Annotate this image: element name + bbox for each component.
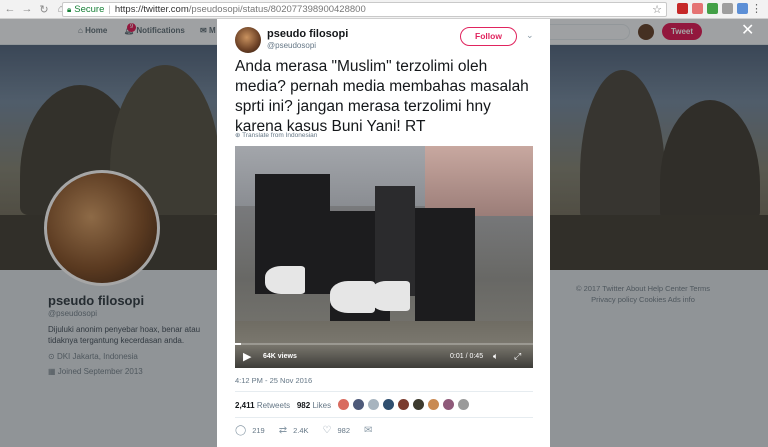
author-avatar[interactable] bbox=[235, 27, 261, 53]
close-icon[interactable]: ✕ bbox=[741, 23, 754, 39]
likes-stat[interactable]: 982 Likes bbox=[297, 401, 331, 410]
extension-icon[interactable] bbox=[737, 3, 748, 14]
retweets-count: 2,411 bbox=[235, 401, 255, 410]
reload-icon[interactable]: ↻ bbox=[37, 2, 51, 16]
likes-count: 982 bbox=[296, 401, 311, 410]
avatar[interactable] bbox=[337, 398, 350, 411]
tweet-stats: 2,411 Retweets 982 Likes bbox=[235, 401, 331, 410]
avatar[interactable] bbox=[352, 398, 365, 411]
play-icon[interactable]: ▶ bbox=[243, 350, 251, 363]
extension-icon[interactable] bbox=[677, 3, 688, 14]
translate-label: Translate from Indonesian bbox=[242, 132, 318, 139]
avatar[interactable] bbox=[457, 398, 470, 411]
url-path: /pseudosopi/status/802077398900428800 bbox=[188, 4, 366, 15]
like-count: 982 bbox=[337, 426, 351, 435]
reply-icon: ◯ bbox=[235, 425, 247, 436]
like-button[interactable]: ♡ 982 bbox=[323, 425, 350, 436]
browser-toolbar: ← → ↻ ⌂ 🔒︎ Secure | https://twitter.com /… bbox=[0, 0, 768, 19]
avatar[interactable] bbox=[427, 398, 440, 411]
url-host: https://twitter.com bbox=[114, 4, 189, 15]
retweet-count: 2.4K bbox=[293, 426, 309, 435]
fullscreen-icon[interactable]: ⤢ bbox=[514, 351, 521, 362]
heart-icon: ♡ bbox=[322, 425, 332, 436]
author-name[interactable]: pseudo filosopi bbox=[267, 28, 348, 40]
video-player[interactable]: ▶ 64K views 0:01 / 0:45 🔈︎ ⤢ bbox=[235, 146, 533, 368]
volume-icon[interactable]: 🔈︎ bbox=[493, 351, 498, 362]
extension-icon[interactable] bbox=[707, 3, 718, 14]
url-separator: | bbox=[108, 4, 111, 15]
address-bar[interactable]: 🔒︎ Secure | https://twitter.com/pseudoso… bbox=[62, 2, 667, 17]
reply-button[interactable]: ◯ 219 bbox=[235, 425, 265, 436]
video-views: 64K views bbox=[263, 353, 297, 360]
video-time: 0:01 / 0:45 bbox=[450, 353, 484, 360]
secure-label: Secure bbox=[74, 4, 105, 15]
reply-count: 219 bbox=[252, 426, 265, 435]
star-icon[interactable]: ☆ bbox=[652, 3, 662, 16]
tweet-timestamp[interactable]: 4:12 PM - 25 Nov 2016 bbox=[235, 376, 312, 385]
envelope-icon: ✉ bbox=[364, 425, 373, 436]
lock-icon: 🔒︎ bbox=[67, 4, 72, 14]
avatar[interactable] bbox=[382, 398, 395, 411]
liker-avatars bbox=[337, 398, 472, 411]
follow-button[interactable]: Follow bbox=[460, 27, 517, 46]
translate-link[interactable]: ⊕ Translate from Indonesian bbox=[235, 131, 317, 139]
retweets-stat[interactable]: 2,411 Retweets bbox=[235, 401, 290, 410]
avatar[interactable] bbox=[412, 398, 425, 411]
chevron-down-icon[interactable]: ⌄ bbox=[526, 30, 534, 41]
forward-arrow-icon[interactable]: → bbox=[20, 2, 34, 16]
author-handle[interactable]: @pseudosopi bbox=[267, 41, 316, 50]
extension-icon[interactable] bbox=[692, 3, 703, 14]
avatar[interactable] bbox=[367, 398, 380, 411]
back-arrow-icon[interactable]: ← bbox=[3, 2, 17, 16]
retweets-label: Retweets bbox=[256, 401, 291, 410]
divider bbox=[235, 391, 533, 392]
avatar[interactable] bbox=[397, 398, 410, 411]
tweet-actions: ◯ 219 ⇄ 2.4K ♡ 982 ✉ bbox=[235, 425, 392, 436]
browser-menu-icon[interactable]: ⋮ bbox=[751, 2, 762, 15]
dm-button[interactable]: ✉ bbox=[364, 425, 378, 436]
divider bbox=[235, 417, 533, 418]
tweet-text: Anda merasa "Muslim" terzolimi oleh medi… bbox=[235, 58, 529, 135]
avatar[interactable] bbox=[442, 398, 455, 411]
tweet-modal: pseudo filosopi @pseudosopi Follow ⌄ And… bbox=[217, 19, 550, 447]
extension-icon[interactable] bbox=[722, 3, 733, 14]
likes-label: Likes bbox=[312, 401, 332, 410]
retweet-button[interactable]: ⇄ 2.4K bbox=[279, 425, 309, 436]
retweet-icon: ⇄ bbox=[278, 425, 288, 436]
